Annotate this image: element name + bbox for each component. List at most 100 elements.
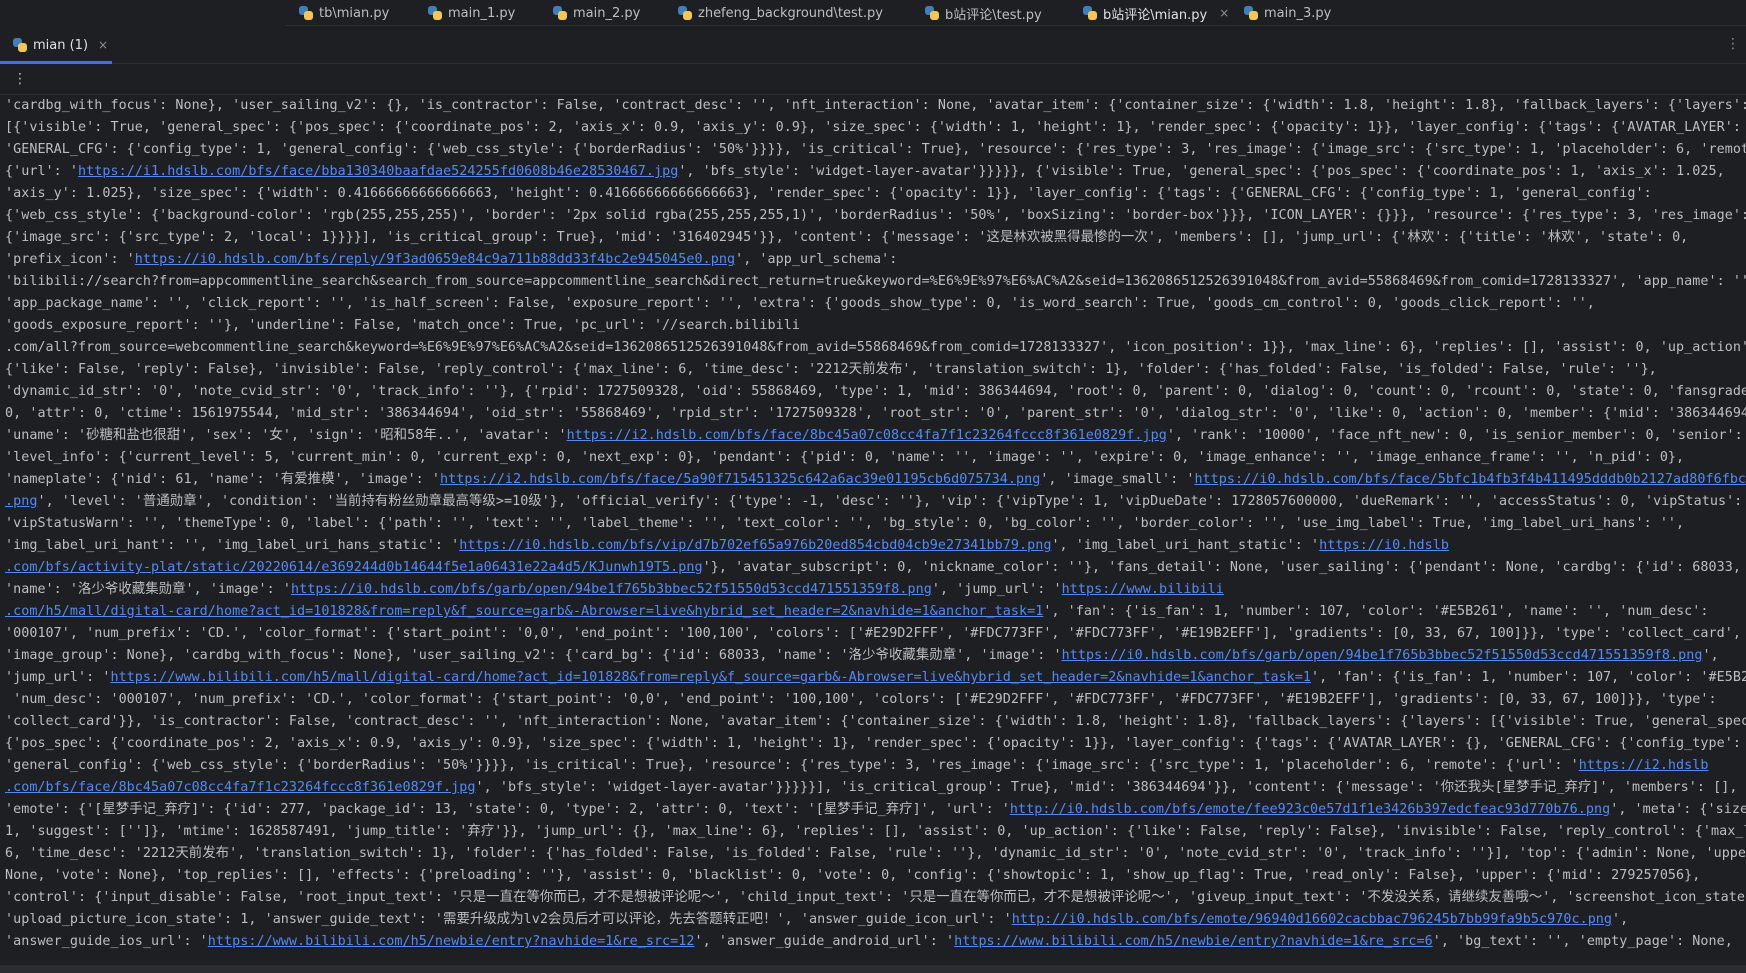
python-file-icon	[13, 38, 27, 52]
close-icon[interactable]: ×	[98, 38, 108, 52]
console-line: 'collect_card'}}, 'is_contractor': False…	[5, 711, 1746, 733]
more-actions-icon[interactable]: ⋮	[13, 71, 27, 87]
console-line: 1, 'suggest': ['']}, 'mtime': 1628587491…	[5, 821, 1746, 843]
console-line: 'control': {'input_disable': False, 'roo…	[5, 887, 1746, 909]
console-line: {'web_css_style': {'background-color': '…	[5, 205, 1746, 227]
console-url-link[interactable]: .com/bfs/activity-plat/static/20220614/e…	[5, 560, 703, 575]
console-url-link[interactable]: .com/bfs/face/8bc45a07c08cc4fa7f1c23264f…	[5, 780, 476, 795]
console-text: ', 'level': '普通勋章', 'condition': '当前持有粉丝…	[37, 494, 1746, 509]
editor-tab[interactable]: main_1.py	[428, 0, 515, 26]
console-text: 'answer_guide_ios_url': '	[5, 934, 208, 949]
editor-tab[interactable]: main_3.py	[1244, 0, 1331, 26]
console-line: 'bilibili://search?from=appcommentline_s…	[5, 271, 1746, 293]
console-text: '000107', 'num_prefix': 'CD.', 'color_fo…	[5, 626, 1741, 641]
console-url-link[interactable]: http://i0.hdslb.com/bfs/emote/fee923c0e5…	[1010, 802, 1610, 817]
console-url-link[interactable]: https://i1.hdslb.com/bfs/face/bba130340b…	[78, 164, 678, 179]
console-text: 6, 'time_desc': '2212天前发布', 'translation…	[5, 846, 1746, 861]
console-text: 'prefix_icon': '	[5, 252, 135, 267]
editor-tab-label: zhefeng_background\test.py	[698, 5, 883, 21]
console-line: 'GENERAL_CFG': {'config_type': 1, 'gener…	[5, 139, 1746, 161]
console-url-link[interactable]: https://i2.hdslb	[1579, 758, 1709, 773]
console-text: ', 'image_small': '	[1040, 472, 1195, 487]
python-file-icon	[678, 6, 692, 20]
editor-tab-label: main_1.py	[448, 5, 516, 21]
console-text: 'vipStatusWarn': '', 'themeType': 0, 'la…	[5, 516, 1685, 531]
console-url-link[interactable]: https://www.bilibili.com/h5/mall/digital…	[110, 670, 1311, 685]
console-text: ', 'answer_guide_android_url': '	[694, 934, 955, 949]
console-line: 'nameplate': {'nid': 61, 'name': '有爱推模',…	[5, 469, 1746, 491]
console-text: ',	[1702, 648, 1719, 663]
console-text: {'image_src': {'src_type': 2, 'local': 1…	[5, 230, 1689, 245]
console-line: {'image_src': {'src_type': 2, 'local': 1…	[5, 227, 1688, 249]
console-text: 'goods_exposure_report': ''}, 'underline…	[5, 318, 800, 333]
console-url-link[interactable]: https://i0.hdslb.com/bfs/garb/open/94be1…	[291, 582, 932, 597]
console-output[interactable]: 'cardbg_with_focus': None}, 'user_sailin…	[0, 95, 1746, 965]
console-text: ', 'bg_text': '', 'empty_page': None,	[1432, 934, 1733, 949]
editor-tab[interactable]: zhefeng_background\test.py	[678, 0, 883, 26]
run-tool-window-header: mian (1) × ⋮	[0, 26, 1746, 64]
console-line: {'url': 'https://i1.hdslb.com/bfs/face/b…	[5, 161, 1725, 183]
console-text: '}, 'avatar_subscript': 0, 'nickname_col…	[702, 560, 1741, 575]
console-line: 'level_info': {'current_level': 5, 'curr…	[5, 447, 1684, 469]
console-line: 'general_config': {'web_css_style': {'bo…	[5, 755, 1709, 777]
console-url-link[interactable]: http://i0.hdslb.com/bfs/emote/96940d1660…	[1012, 912, 1612, 927]
console-url-link[interactable]: https://i2.hdslb.com/bfs/face/8bc45a07c0…	[567, 428, 1167, 443]
console-url-link[interactable]: .png	[5, 494, 37, 509]
console-text: 'img_label_uri_hant': '', 'img_label_uri…	[5, 538, 460, 553]
console-url-link[interactable]: https://i2.hdslb.com/bfs/face/5a90f71545…	[440, 472, 1040, 487]
console-text: ', 'bfs_style': 'widget-layer-avatar'}}}…	[475, 780, 1738, 795]
editor-tab[interactable]: tb\mian.py	[299, 0, 389, 26]
console-text: {'like': False, 'reply': False}, 'invisi…	[5, 362, 1657, 377]
console-text: 'cardbg_with_focus': None}, 'user_sailin…	[5, 98, 1746, 113]
editor-tab[interactable]: b站评论\mian.py ×	[1083, 0, 1229, 26]
console-line: {'pos_spec': {'coordinate_pos': 2, 'axis…	[5, 733, 1746, 755]
console-text: 1, 'suggest': ['']}, 'mtime': 1628587491…	[5, 824, 1746, 839]
console-text: 'level_info': {'current_level': 5, 'curr…	[5, 450, 1685, 465]
console-url-link[interactable]: https://i0.hdslb.com/bfs/face/5bfc1b4fb3…	[1194, 472, 1746, 487]
console-text: '	[69, 164, 79, 179]
console-line: 'name': '洛少爷收藏集勋章', 'image': 'https://i0…	[5, 579, 1224, 601]
console-url-link[interactable]: https://i0.hdslb.com/bfs/garb/open/94be1…	[1062, 648, 1703, 663]
tab-bar-left-gap	[0, 0, 285, 26]
console-toolbar: ⋮	[0, 65, 1746, 95]
console-url-link[interactable]: https://www.bilibili	[1062, 582, 1224, 597]
console-line: .com/h5/mall/digital-card/home?act_id=10…	[5, 601, 1709, 623]
console-line: 'goods_exposure_report': ''}, 'underline…	[5, 315, 800, 337]
editor-tab-label: main_3.py	[1264, 5, 1332, 21]
console-text: 'collect_card'}}, 'is_contractor': False…	[5, 714, 1746, 729]
console-url-link[interactable]: https://i0.hdslb.com/bfs/vip/d7b702ef65a…	[459, 538, 1051, 553]
console-url-link[interactable]: .com/h5/mall/digital-card/home?act_id=10…	[5, 604, 1043, 619]
console-text: ', 'rank': '10000', 'face_nft_new': 0, '…	[1166, 428, 1746, 443]
console-line: 'jump_url': 'https://www.bilibili.com/h5…	[5, 667, 1746, 689]
console-text: ', 'fan': {'is_fan': 1, 'number': 107, '…	[1311, 670, 1746, 685]
console-url-link[interactable]: https://i0.hdslb	[1319, 538, 1449, 553]
console-line: 'app_package_name': '', 'click_report': …	[5, 293, 1595, 315]
console-text: 0, 'attr': 0, 'ctime': 1561975544, 'mid_…	[5, 406, 1746, 421]
console-url-link[interactable]: https://i0.hdslb.com/bfs/reply/9f3ad0659…	[135, 252, 735, 267]
python-file-icon	[428, 6, 442, 20]
console-line: 'upload_picture_icon_state': 1, 'answer_…	[5, 909, 1628, 931]
options-menu-icon[interactable]: ⋮	[1726, 36, 1740, 52]
console-line: 'axis_y': 1.025}, 'size_spec': {'width':…	[5, 183, 1652, 205]
console-url-link[interactable]: https://www.bilibili.com/h5/newbie/entry…	[954, 934, 1433, 949]
close-icon[interactable]: ×	[1219, 6, 1229, 20]
run-tab-mian[interactable]: mian (1) ×	[0, 26, 112, 64]
run-tab-label: mian (1)	[33, 37, 89, 53]
editor-tab-bar: tb\mian.py main_1.py main_2.py zhefeng_back…	[0, 0, 1746, 26]
active-tab-underline	[0, 61, 112, 64]
console-text: 'jump_url': '	[5, 670, 111, 685]
console-text: 'uname': '砂糖和盐也很甜', 'sex': '女', 'sign': …	[5, 428, 567, 443]
console-line: 6, 'time_desc': '2212天前发布', 'translation…	[5, 843, 1746, 865]
editor-tab[interactable]: b站评论\test.py	[925, 0, 1042, 26]
console-line: 'image_group': None}, 'cardbg_with_focus…	[5, 645, 1719, 667]
console-url-link[interactable]: https://www.bilibili.com/h5/newbie/entry…	[208, 934, 695, 949]
console-text: ', 'meta': {'size':	[1610, 802, 1746, 817]
console-text: 'bilibili://search?from=appcommentline_s…	[5, 274, 1746, 289]
console-text: 'axis_y': 1.025}, 'size_spec': {'width':…	[5, 186, 1652, 201]
editor-tab[interactable]: main_2.py	[553, 0, 640, 26]
console-line: {'like': False, 'reply': False}, 'invisi…	[5, 359, 1657, 381]
console-text: 'nameplate': {'nid': 61, 'name': '有爱推模',…	[5, 472, 441, 487]
console-text: ', 'bfs_style': 'widget-layer-avatar'}}}…	[678, 164, 1725, 179]
console-line: 0, 'attr': 0, 'ctime': 1561975544, 'mid_…	[5, 403, 1746, 425]
console-text: 'control': {'input_disable': False, 'roo…	[5, 890, 1746, 905]
